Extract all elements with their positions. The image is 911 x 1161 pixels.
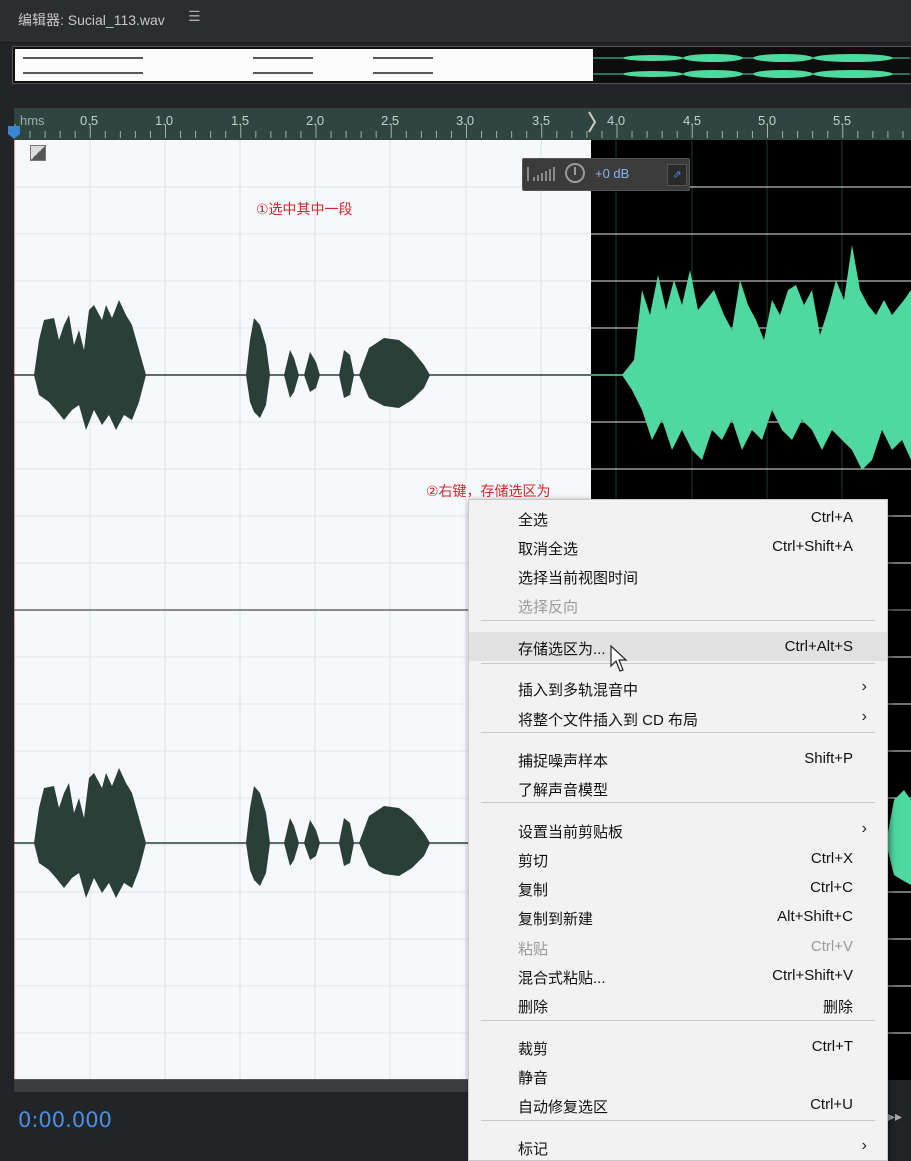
ruler-tick-label: 5.5	[833, 113, 852, 128]
menu-item[interactable]: 将整个文件插入到 CD 布局 ›	[469, 703, 887, 732]
ruler-tick-label: 3.5	[532, 113, 551, 128]
gain-knob-icon[interactable]	[565, 163, 585, 183]
menu-item-shortcut: Ctrl+A	[810, 509, 853, 526]
submenu-arrow-icon: ›	[861, 678, 867, 695]
zoom-corner-icon[interactable]	[30, 145, 46, 161]
menu-item-label: 全选	[518, 512, 549, 529]
menu-item-label: 捕捉噪声样本	[518, 753, 609, 770]
menu-item[interactable]: 裁剪 Ctrl+T	[469, 1032, 887, 1061]
playhead-marker	[8, 126, 20, 139]
menu-item-label: 混合式粘贴...	[518, 970, 606, 987]
annotation-step1: ①选中其中一段	[256, 201, 353, 217]
menu-item-label: 标记	[518, 1141, 549, 1158]
menu-item-shortcut: Ctrl+C	[810, 879, 853, 896]
menu-item[interactable]: 删除 删除	[469, 990, 887, 1019]
menu-item[interactable]: 了解声音模型	[469, 773, 887, 802]
pin-icon[interactable]: ⇗	[667, 164, 687, 186]
menu-item[interactable]: 复制到新建 Alt+Shift+C	[469, 902, 887, 931]
menu-item-label: 存储选区为...	[518, 641, 606, 658]
menu-item: 粘贴 Ctrl+V	[469, 932, 887, 961]
submenu-arrow-icon: ›	[861, 1137, 867, 1154]
ruler-tick-label: 2.0	[306, 113, 325, 128]
menu-item-shortcut: Ctrl+T	[811, 1038, 853, 1055]
editor-title-bar: 编辑器: Sucial_113.wav ☰	[0, 0, 911, 43]
menu-item-label: 了解声音模型	[518, 782, 609, 799]
menu-item[interactable]: 标记 ›	[469, 1132, 887, 1161]
panel-menu-icon[interactable]: ☰	[188, 8, 201, 25]
overview-navigator[interactable]	[12, 46, 911, 84]
menu-item-label: 删除	[518, 999, 549, 1016]
menu-separator	[481, 663, 875, 664]
menu-item-label: 取消全选	[518, 541, 579, 558]
menu-item[interactable]: 插入到多轨混音中 ›	[469, 673, 887, 702]
menu-item-shortcut: 删除	[822, 999, 853, 1016]
ruler-tick-label: 5.0	[758, 113, 777, 128]
menu-item-shortcut: Ctrl+Shift+A	[772, 538, 853, 555]
menu-item: 选择反向	[469, 590, 887, 619]
ruler-tick-label: 4.5	[683, 113, 702, 128]
menu-item-label: 复制到新建	[518, 911, 594, 928]
menu-item[interactable]: 全选 Ctrl+A	[469, 503, 887, 532]
menu-separator	[481, 620, 875, 621]
overview-waveform	[23, 54, 910, 78]
menu-item[interactable]: 存储选区为... Ctrl+Alt+S	[469, 632, 887, 661]
menu-item[interactable]: 取消全选 Ctrl+Shift+A	[469, 532, 887, 561]
menu-item-shortcut: Ctrl+X	[810, 850, 853, 867]
context-menu: 全选 Ctrl+A 取消全选 Ctrl+Shift+A 选择当前视图时间 选择反向存储选区…	[468, 499, 888, 1161]
menu-separator	[481, 732, 875, 733]
menu-item-shortcut: Ctrl+Alt+S	[784, 638, 853, 655]
menu-separator	[481, 1020, 875, 1021]
ruler-tick-label: 1.5	[231, 113, 250, 128]
menu-item[interactable]: 静音	[469, 1061, 887, 1090]
editor-title: 编辑器: Sucial_113.wav	[18, 12, 165, 28]
ruler-tick-label: 4.0	[607, 113, 626, 128]
menu-item[interactable]: 捕捉噪声样本 Shift+P	[469, 744, 887, 773]
submenu-arrow-icon: ›	[861, 820, 867, 837]
menu-item[interactable]: 选择当前视图时间	[469, 561, 887, 590]
ruler-tick-label: 2.5	[381, 113, 400, 128]
menu-item-shortcut: Alt+Shift+C	[777, 908, 853, 925]
horizontal-scrollbar[interactable]	[14, 1079, 468, 1092]
menu-separator	[481, 802, 875, 803]
gain-value[interactable]: +0 dB	[595, 166, 629, 181]
transport-forward-icon[interactable]: ▸▸	[888, 1108, 902, 1125]
menu-item-shortcut: Ctrl+Shift+V	[772, 967, 853, 984]
ruler-tick-label: 3.0	[456, 113, 475, 128]
mouse-cursor-icon	[610, 645, 628, 672]
level-meter-icon	[527, 167, 555, 181]
menu-item-label: 粘贴	[518, 941, 549, 958]
menu-item-shortcut: Ctrl+V	[810, 938, 853, 955]
menu-item-label: 自动修复选区	[518, 1099, 609, 1116]
ruler-unit-label: hms	[20, 113, 45, 128]
menu-separator	[481, 1120, 875, 1121]
menu-item[interactable]: 剪切 Ctrl+X	[469, 844, 887, 873]
selection-end-marker	[588, 111, 597, 133]
menu-item-label: 剪切	[518, 853, 549, 870]
annotation-step2: ②右键，存储选区为	[426, 483, 551, 499]
menu-item-label: 选择当前视图时间	[518, 570, 639, 587]
menu-item-shortcut: Ctrl+U	[810, 1096, 853, 1113]
menu-item-label: 插入到多轨混音中	[518, 682, 639, 699]
gain-hud[interactable]: +0 dB ⇗	[522, 158, 690, 191]
submenu-arrow-icon: ›	[861, 708, 867, 725]
menu-item-label: 将整个文件插入到 CD 布局	[518, 712, 699, 729]
ruler-tick-label: 1.0	[155, 113, 174, 128]
menu-item-label: 复制	[518, 882, 549, 899]
menu-item[interactable]: 混合式粘贴... Ctrl+Shift+V	[469, 961, 887, 990]
ruler-tick-label: 0.5	[80, 113, 99, 128]
menu-item-label: 设置当前剪贴板	[518, 824, 624, 841]
menu-item-label: 选择反向	[518, 599, 579, 616]
current-time[interactable]: 0:00.000	[18, 1108, 112, 1132]
menu-item[interactable]: 设置当前剪贴板 ›	[469, 815, 887, 844]
menu-item[interactable]: 复制 Ctrl+C	[469, 873, 887, 902]
menu-item-label: 静音	[518, 1070, 549, 1087]
menu-item-shortcut: Shift+P	[804, 750, 853, 767]
menu-item-label: 裁剪	[518, 1041, 549, 1058]
menu-item[interactable]: 自动修复选区 Ctrl+U	[469, 1090, 887, 1119]
